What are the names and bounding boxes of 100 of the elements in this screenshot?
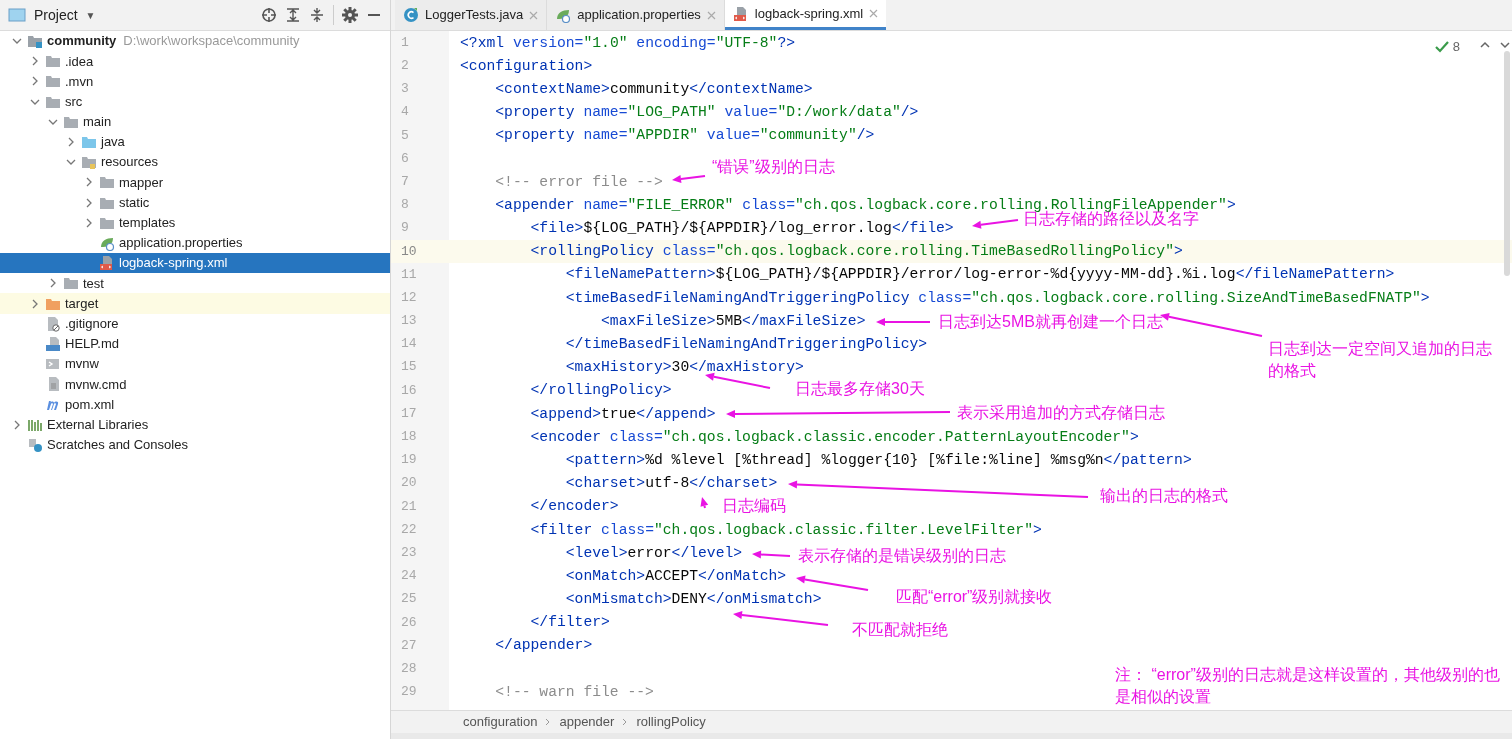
line-number: 15 bbox=[400, 358, 418, 377]
line-number: 10 bbox=[391, 239, 449, 263]
item-path: D:\work\workspace\community bbox=[123, 32, 300, 51]
crosshair-icon[interactable] bbox=[261, 7, 277, 23]
code-line: <maxHistory>30</maxHistory> bbox=[564, 358, 804, 378]
line-number: 3 bbox=[400, 80, 410, 99]
folder-icon bbox=[99, 174, 115, 191]
code-line: <property name="LOG_PATH" value="D:/work/data"/> bbox=[494, 103, 919, 123]
breadcrumb[interactable]: rollingPolicy bbox=[636, 712, 706, 732]
item-label: test bbox=[83, 274, 104, 293]
line-number: 29 bbox=[400, 683, 418, 702]
chevron-up-icon[interactable] bbox=[1480, 41, 1490, 48]
tree-item[interactable]: mapper bbox=[0, 172, 390, 193]
check-icon[interactable] bbox=[1434, 39, 1449, 54]
tree-item[interactable]: .mvn bbox=[0, 71, 390, 92]
chevron-right-icon[interactable] bbox=[84, 177, 94, 188]
line-number: 11 bbox=[400, 265, 418, 284]
inspection-count[interactable]: 8 bbox=[1452, 37, 1460, 57]
line-number: 21 bbox=[400, 497, 418, 516]
line-number: 1 bbox=[400, 33, 410, 52]
code-line: <contextName>community</contextName> bbox=[494, 79, 813, 99]
chevron-right-icon[interactable] bbox=[48, 278, 58, 289]
line-number: 28 bbox=[400, 659, 418, 678]
expand-all-icon[interactable] bbox=[285, 7, 301, 23]
tree-item[interactable]: java bbox=[0, 131, 390, 153]
tree-item[interactable]: target bbox=[0, 293, 390, 314]
editor-tab[interactable]: logback-spring.xml bbox=[724, 0, 887, 30]
code-line: <fileNamePattern>${LOG_PATH}/${APPDIR}/error/log-error-%d{yyyy-MM-dd}.%i.log</fileNamePattern> bbox=[564, 265, 1395, 285]
annotation: 不匹配就拒绝 bbox=[852, 620, 948, 640]
tree-item[interactable]: HELP.md bbox=[0, 333, 390, 354]
chevron-down-icon[interactable] bbox=[1500, 42, 1510, 49]
collapse-all-icon[interactable] bbox=[309, 7, 325, 23]
ignore-file-icon bbox=[45, 315, 61, 332]
code-line: <filter class="ch.qos.logback.classic.filter.LevelFilter"> bbox=[529, 520, 1042, 540]
arrow bbox=[672, 174, 706, 183]
tree-item[interactable]: .gitignore bbox=[0, 313, 390, 334]
line-number: 16 bbox=[400, 381, 418, 400]
tree-item[interactable]: mvnw.cmd bbox=[0, 374, 390, 395]
chevron-right-icon[interactable] bbox=[84, 197, 94, 208]
close-icon[interactable] bbox=[869, 9, 879, 18]
tree-item[interactable]: pom.xml bbox=[0, 394, 390, 415]
item-label: application.properties bbox=[119, 234, 243, 253]
annotation: 日志编码 bbox=[722, 496, 786, 516]
editor-tab[interactable]: application.properties bbox=[547, 0, 725, 30]
breadcrumb[interactable]: configuration bbox=[463, 712, 538, 732]
chevron-right-icon[interactable] bbox=[30, 76, 40, 87]
tree-item[interactable]: community D:\work\workspace\community bbox=[0, 31, 390, 52]
annotation: 注： “error”级别的日志就是这样设置的，其他级别的也是相似的设置 bbox=[1115, 665, 1500, 707]
line-number: 9 bbox=[400, 219, 410, 238]
code-line: <onMismatch>DENY</onMismatch> bbox=[564, 590, 822, 610]
window-icon bbox=[8, 8, 26, 22]
tree-item[interactable]: static bbox=[0, 192, 390, 213]
code-line: <append>true</append> bbox=[529, 404, 716, 424]
code-line: <rollingPolicy class="ch.qos.logback.core.rolling.TimeBasedRollingPolicy"> bbox=[529, 242, 1183, 262]
tree-item[interactable]: main bbox=[0, 111, 390, 132]
tree-item[interactable]: templates bbox=[0, 212, 390, 233]
tree-item[interactable]: src bbox=[0, 91, 390, 112]
chevron-right-icon[interactable] bbox=[12, 419, 22, 430]
code-line: <timeBasedFileNamingAndTriggeringPolicy class="ch.qos.logback.core.rolling.SizeAndTimeBasedFNATP"> bbox=[564, 288, 1430, 308]
chevron-right-icon[interactable] bbox=[30, 56, 40, 67]
tree-item[interactable]: resources bbox=[0, 152, 390, 173]
item-label: resources bbox=[101, 153, 159, 172]
breadcrumb[interactable]: appender bbox=[559, 712, 615, 732]
code-line: <appender name="FILE_ERROR" class="ch.qos.logback.core.rolling.RollingFileAppender"> bbox=[494, 195, 1236, 213]
panel-title[interactable]: Project bbox=[34, 4, 78, 26]
line-number: 25 bbox=[400, 590, 418, 609]
tree-item[interactable]: logback-spring.xml bbox=[0, 253, 390, 274]
code-line: <?xml version="1.0" encoding="UTF-8"?> bbox=[460, 33, 796, 53]
code-line: <encoder class="ch.qos.logback.classic.encoder.PatternLayoutEncoder"> bbox=[529, 427, 1139, 447]
line-number: 6 bbox=[400, 149, 410, 168]
settings-icon[interactable] bbox=[342, 7, 358, 23]
annotation: 日志到达一定空间又追加的日志的格式 bbox=[1268, 339, 1493, 381]
module-icon bbox=[27, 33, 43, 50]
chevron-right-icon bbox=[622, 718, 629, 726]
line-number: 14 bbox=[400, 335, 418, 354]
tree-item[interactable]: Scratches and Consoles bbox=[0, 434, 390, 455]
line-number: 5 bbox=[400, 126, 410, 145]
code-line: </rollingPolicy> bbox=[529, 381, 672, 401]
tree-item[interactable]: External Libraries bbox=[0, 414, 390, 435]
chevron-right-icon[interactable] bbox=[84, 217, 94, 228]
tree-item[interactable]: application.properties bbox=[0, 232, 390, 254]
tree-item[interactable]: mvnw bbox=[0, 354, 390, 375]
caret-icon[interactable]: ▼ bbox=[85, 7, 96, 23]
tree-item[interactable]: test bbox=[0, 273, 390, 294]
code-line: <charset>utf-8</charset> bbox=[564, 474, 778, 494]
code-line: </encoder> bbox=[529, 497, 619, 517]
editor-tab[interactable]: LoggerTests.java bbox=[395, 0, 548, 30]
line-number: 23 bbox=[400, 543, 418, 562]
item-label: External Libraries bbox=[47, 415, 149, 434]
code-line: <pattern>%d %level [%thread] %logger{10} [%file:%line] %msg%n</pattern> bbox=[564, 450, 1192, 470]
chevron-right-icon[interactable] bbox=[30, 298, 40, 309]
annotation: 日志到达5MB就再创建一个日志 bbox=[938, 312, 1163, 332]
item-label: main bbox=[83, 113, 112, 132]
chevron-right-icon[interactable] bbox=[66, 137, 76, 148]
scrollbar-thumb[interactable] bbox=[1504, 51, 1510, 276]
line-number: 26 bbox=[400, 613, 418, 632]
tree-item[interactable]: .idea bbox=[0, 51, 390, 72]
line-number: 13 bbox=[400, 312, 418, 331]
arrow bbox=[876, 318, 931, 326]
code-line: </filter> bbox=[529, 613, 610, 633]
